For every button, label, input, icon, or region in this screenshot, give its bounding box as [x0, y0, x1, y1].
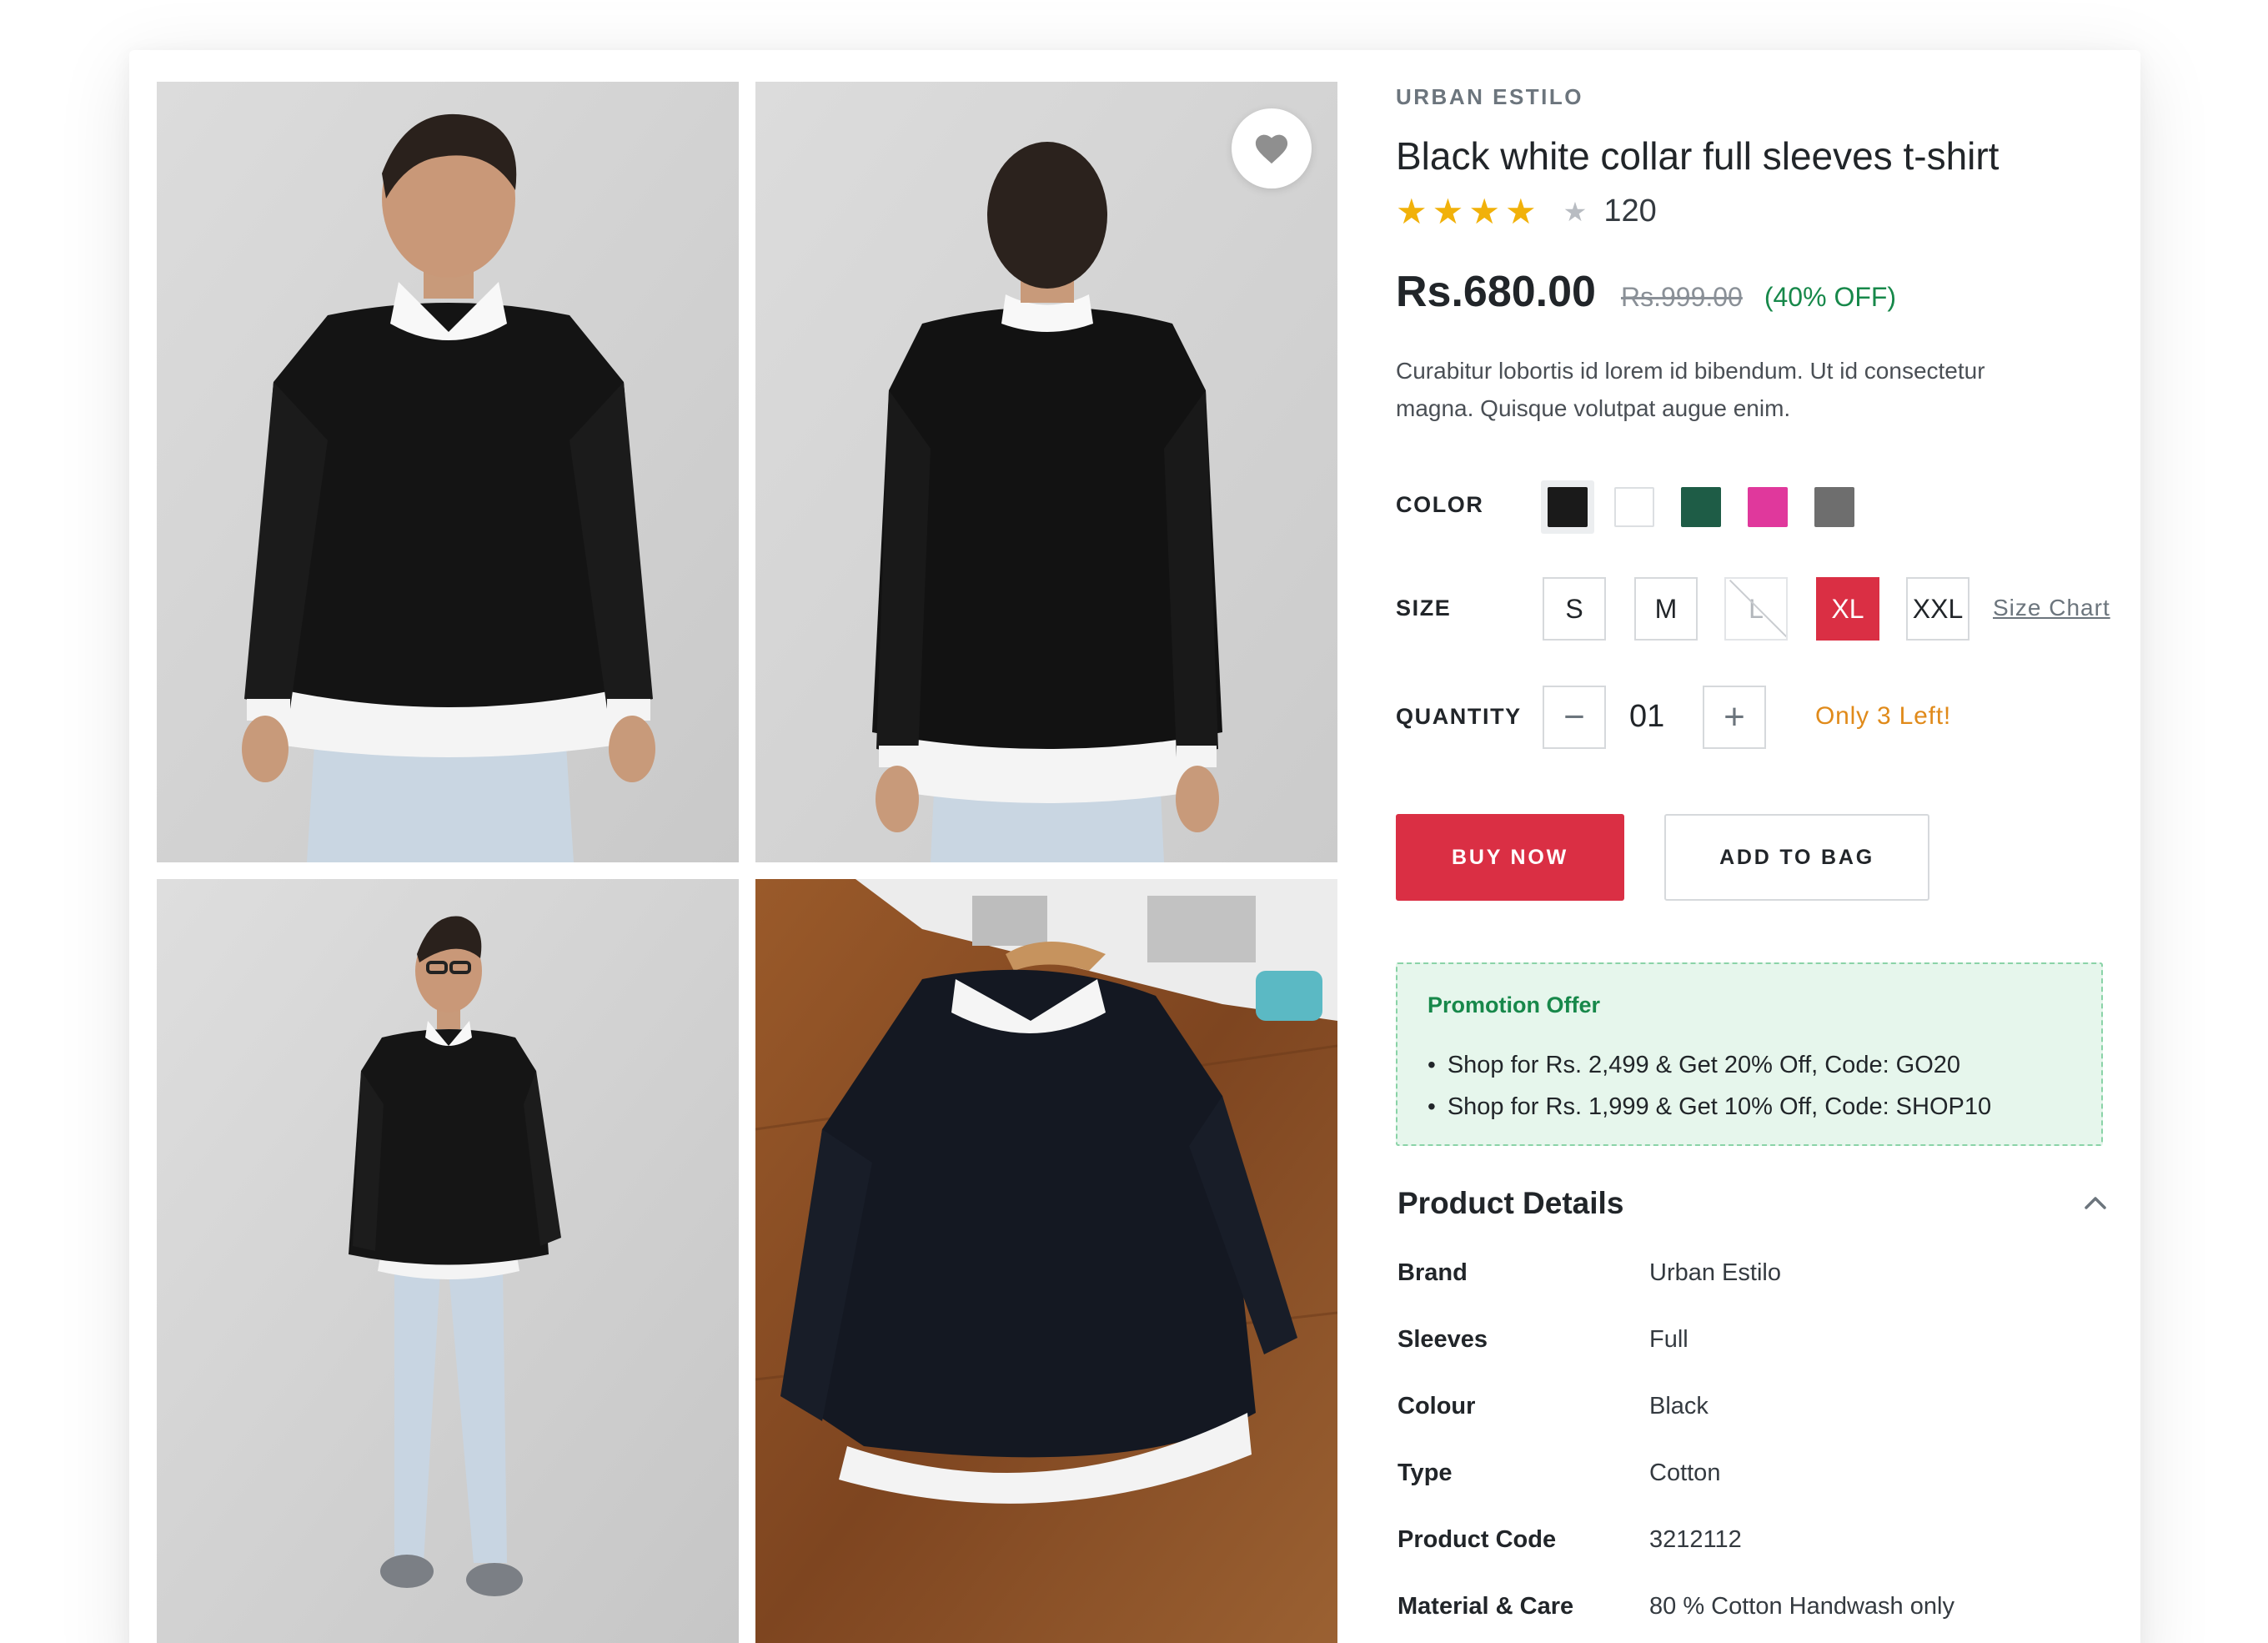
swatch-fill [1548, 487, 1588, 527]
size-chart-link[interactable]: Size Chart [1993, 595, 2110, 621]
detail-key-material-care: Material & Care [1397, 1593, 1574, 1620]
size-option-s[interactable]: S [1543, 577, 1606, 641]
size-option-xxl[interactable]: XXL [1906, 577, 1969, 641]
promotion-box: Promotion Offer Shop for Rs. 2,499 & Get… [1396, 962, 2103, 1146]
price-row: Rs.680.00 Rs.999.00 (40% OFF) [1396, 267, 1896, 317]
star-icon: ★ [1396, 191, 1428, 231]
swatch-fill [1748, 487, 1788, 527]
original-price: Rs.999.00 [1620, 282, 1743, 312]
detail-key-type: Type [1397, 1460, 1453, 1486]
color-label: COLOR [1396, 492, 1484, 517]
heart-icon [1255, 134, 1288, 164]
product-details-title: Product Details [1397, 1186, 1624, 1220]
color-swatch-grey[interactable] [1808, 480, 1861, 534]
color-swatch-green[interactable] [1674, 480, 1728, 534]
quantity-decrease-button[interactable]: − [1543, 686, 1606, 749]
stock-note: Only 3 Left! [1815, 702, 1952, 730]
buy-now-button[interactable]: BUY NOW [1396, 814, 1624, 901]
color-swatch-pink[interactable] [1741, 480, 1794, 534]
star-icon: ★ [1563, 196, 1588, 227]
star-icon: ★ [1504, 191, 1537, 231]
wishlist-button[interactable] [1232, 108, 1312, 188]
promotion-list: Shop for Rs. 2,499 & Get 20% Off, Code: … [1428, 1044, 1991, 1128]
chevron-up-icon [2085, 1197, 2106, 1209]
detail-value-type: Cotton [1649, 1460, 1721, 1486]
detail-key-product-code: Product Code [1397, 1526, 1557, 1553]
add-to-bag-button[interactable]: ADD TO BAG [1664, 814, 1929, 901]
detail-key-colour: Colour [1397, 1393, 1476, 1419]
product-photo-full[interactable] [157, 879, 739, 1643]
size-option-m[interactable]: M [1634, 577, 1698, 641]
promotion-item: Shop for Rs. 1,999 & Get 10% Off, Code: … [1428, 1086, 1991, 1128]
product-title: Black white collar full sleeves t-shirt [1396, 134, 2000, 178]
detail-key-sleeves: Sleeves [1397, 1326, 1488, 1353]
quantity-increase-button[interactable]: + [1703, 686, 1766, 749]
product-photo-back[interactable] [755, 82, 1337, 862]
color-swatch-white[interactable] [1608, 480, 1661, 534]
size-option-l: L [1724, 577, 1788, 641]
review-count[interactable]: 120 [1603, 193, 1656, 229]
swatch-fill [1681, 487, 1721, 527]
product-photo-flatlay[interactable] [755, 879, 1337, 1643]
brand-name: URBAN ESTILO [1396, 84, 1583, 109]
detail-key-brand: Brand [1397, 1259, 1468, 1286]
promotion-title: Promotion Offer [1428, 992, 1600, 1017]
rating: ★ ★ ★ ★ ★ 120 [1396, 193, 1657, 229]
detail-value-colour: Black [1649, 1393, 1709, 1419]
swatch-fill [1614, 487, 1654, 527]
detail-value-product-code: 3212112 [1649, 1526, 1742, 1553]
swatch-fill [1814, 487, 1854, 527]
quantity-value[interactable]: 01 [1629, 699, 1664, 735]
collapse-details-button[interactable] [2083, 1194, 2108, 1215]
detail-value-material-care: 80 % Cotton Handwash only [1649, 1593, 1954, 1620]
sale-price: Rs.680.00 [1396, 268, 1596, 316]
star-icon: ★ [1432, 191, 1464, 231]
quantity-label: QUANTITY [1396, 704, 1522, 729]
discount-label: (40% OFF) [1764, 282, 1897, 312]
size-label: SIZE [1396, 595, 1452, 621]
detail-value-sleeves: Full [1649, 1326, 1688, 1353]
size-option-xl[interactable]: XL [1816, 577, 1879, 641]
star-icon: ★ [1468, 191, 1500, 231]
detail-value-brand: Urban Estilo [1649, 1259, 1781, 1286]
product-description: Curabitur lobortis id lorem id bibendum.… [1396, 358, 1985, 421]
product-photo-front[interactable] [157, 82, 739, 862]
promotion-item: Shop for Rs. 2,499 & Get 20% Off, Code: … [1428, 1044, 1991, 1086]
color-swatch-black[interactable] [1541, 480, 1594, 534]
